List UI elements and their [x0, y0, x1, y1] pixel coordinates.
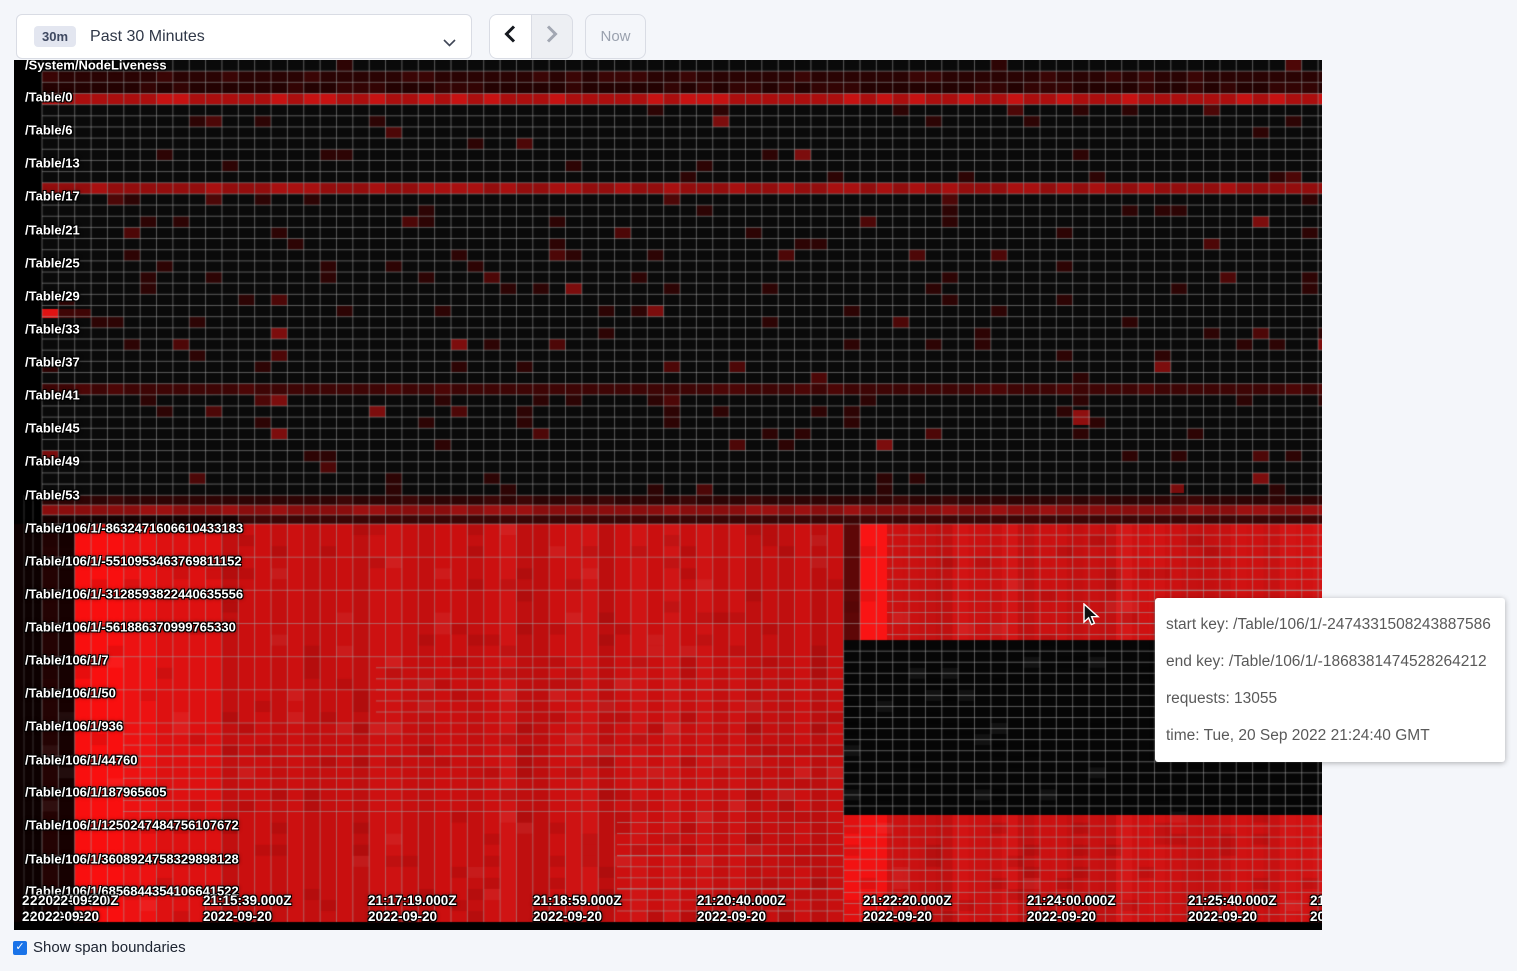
show-span-boundaries-label[interactable]: Show span boundaries: [33, 939, 186, 956]
time-range-label: Past 30 Minutes: [90, 28, 205, 46]
show-span-boundaries-checkbox[interactable]: ✓: [13, 941, 27, 955]
key-visualizer: /System/NodeLiveness/Table/0/Table/6/Tab…: [14, 60, 1322, 930]
tooltip-end-key: end key: /Table/106/1/-18683814745282642…: [1166, 643, 1494, 680]
chevron-down-icon: [443, 34, 456, 52]
time-range-badge: 30m: [34, 26, 76, 47]
time-nav-group: [489, 14, 573, 59]
chevron-left-icon: [504, 25, 516, 48]
prev-interval-button[interactable]: [490, 15, 532, 58]
now-button[interactable]: Now: [585, 14, 646, 59]
heatmap-canvas[interactable]: [14, 60, 1322, 930]
chevron-right-icon: [546, 25, 558, 48]
span-boundaries-row: ✓ Show span boundaries: [13, 939, 186, 956]
tooltip-start-key: start key: /Table/106/1/-247433150824388…: [1166, 606, 1494, 643]
time-range-select[interactable]: 30m Past 30 Minutes: [16, 14, 472, 59]
next-interval-button[interactable]: [532, 15, 573, 58]
tooltip-requests: requests: 13055: [1166, 680, 1494, 717]
span-tooltip: start key: /Table/106/1/-247433150824388…: [1155, 598, 1505, 762]
tooltip-time: time: Tue, 20 Sep 2022 21:24:40 GMT: [1166, 717, 1494, 754]
